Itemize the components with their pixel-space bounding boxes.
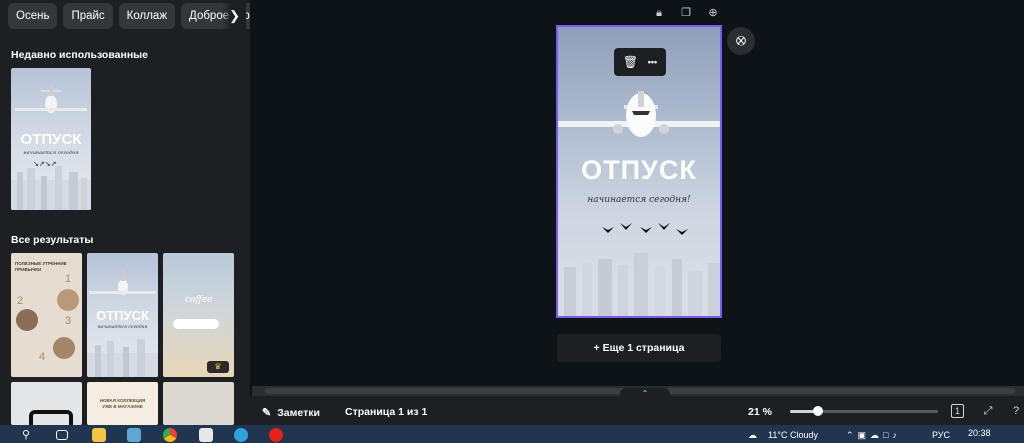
recent-section-title: Недавно использованные <box>11 49 148 61</box>
system-tray-icons[interactable]: ⌃▣☁□♪ <box>846 430 901 441</box>
file-explorer-icon[interactable] <box>92 428 106 442</box>
template-vacation[interactable]: ОТПУСК начинается сегодня <box>87 253 158 377</box>
add-page-icon[interactable]: ⊕ <box>706 6 720 20</box>
coffee-script-text: coffee <box>185 295 213 305</box>
habits-num-3: 3 <box>65 315 72 327</box>
chrome-icon[interactable] <box>163 428 177 442</box>
add-page-button[interactable]: + Еще 1 страница <box>557 334 721 362</box>
habits-num-1: 1 <box>65 273 72 285</box>
collection-line-2: УЖЕ В МАГАЗИНЕ <box>102 404 143 409</box>
thumb-subtitle: начинается сегодня <box>23 150 79 156</box>
habits-num-4: 4 <box>39 351 46 363</box>
habits-num-2: 2 <box>17 295 24 307</box>
chevron-right-icon[interactable]: ❯ <box>222 3 246 29</box>
page-actions: 🔒︎ ❐ ⊕ <box>652 6 720 20</box>
search-icon[interactable]: ⚲ <box>22 428 36 442</box>
design-subtitle[interactable]: начинается сегодня! <box>558 195 720 205</box>
template-morning-habits[interactable]: ПОЛЕЗНЫЕ УТРЕННИЕ ПРИВЫЧКИ 1 2 3 4 <box>11 253 82 377</box>
duplicate-icon[interactable]: ❐ <box>679 6 693 20</box>
side-panel: Осень Прайс Коллаж Доброе утро ❯ Недавно… <box>0 0 265 425</box>
coffee-caption-pill <box>173 319 219 329</box>
page-counter[interactable]: Страница 1 из 1 <box>345 406 427 418</box>
app-icon[interactable] <box>127 428 141 442</box>
thumb-subtitle: начинается сегодня <box>97 325 148 330</box>
notepad-icon[interactable] <box>199 428 213 442</box>
fullscreen-icon[interactable]: ⤢ <box>980 403 996 419</box>
weather-text[interactable]: 11°C Cloudy <box>768 430 818 440</box>
thumb-title: ОТПУСК <box>20 131 82 148</box>
youtube-icon[interactable] <box>269 428 283 442</box>
habits-photo-1 <box>57 289 79 311</box>
help-icon[interactable]: ? <box>1008 403 1024 419</box>
lock-icon[interactable]: 🔒︎ <box>652 6 666 20</box>
template-phone[interactable] <box>11 382 82 425</box>
zoom-level[interactable]: 21 % <box>748 406 772 418</box>
more-options-icon[interactable]: ••• <box>648 57 657 67</box>
crown-icon: ♛ <box>207 361 229 373</box>
zoom-slider-knob[interactable] <box>813 406 824 416</box>
results-section-title: Все результаты <box>11 234 94 246</box>
add-comment-button[interactable]: ⭙ <box>727 27 755 55</box>
notes-button[interactable]: ✎ Заметки <box>262 406 320 420</box>
habits-line-2: ПРИВЫЧКИ <box>15 267 42 272</box>
notes-label: Заметки <box>277 406 320 419</box>
recent-template-vacation[interactable]: ОТПУСК начинается сегодня ↘↗↘↗ <box>11 68 91 210</box>
template-new-collection[interactable]: НОВАЯ КОЛЛЕКЦИЯ УЖЕ В МАГАЗИНЕ <box>87 382 158 425</box>
task-view-icon[interactable] <box>56 430 68 440</box>
thumb-title: ОТПУСК <box>96 308 149 323</box>
language-indicator[interactable]: РУС <box>932 430 950 440</box>
notes-icon: ✎ <box>262 407 272 419</box>
zoom-slider[interactable] <box>790 406 938 416</box>
template-plain[interactable] <box>163 382 234 425</box>
chip-price[interactable]: Прайс <box>63 3 113 29</box>
chip-autumn[interactable]: Осень <box>8 3 58 29</box>
clock[interactable]: 20:38 <box>968 428 991 438</box>
element-toolbar: 🗑︎ ••• <box>614 48 666 76</box>
chip-collage[interactable]: Коллаж <box>118 3 176 29</box>
pages-view-button[interactable]: 1 <box>951 404 964 418</box>
design-title[interactable]: ОТПУСК <box>558 155 720 186</box>
weather-icon: ☁ <box>748 430 757 440</box>
habits-photo-2 <box>16 309 38 331</box>
collection-heading: НОВАЯ КОЛЛЕКЦИЯ УЖЕ В МАГАЗИНЕ <box>87 398 158 410</box>
telegram-icon[interactable] <box>234 428 248 442</box>
birds-icon: ↘↗↘↗ <box>33 161 57 168</box>
phone-illustration <box>29 410 73 425</box>
habits-heading: ПОЛЕЗНЫЕ УТРЕННИЕ ПРИВЫЧКИ <box>15 261 67 273</box>
trash-icon[interactable]: 🗑︎ <box>623 55 638 69</box>
template-coffee[interactable]: coffee ♛ <box>163 253 234 377</box>
habits-photo-3 <box>53 337 75 359</box>
